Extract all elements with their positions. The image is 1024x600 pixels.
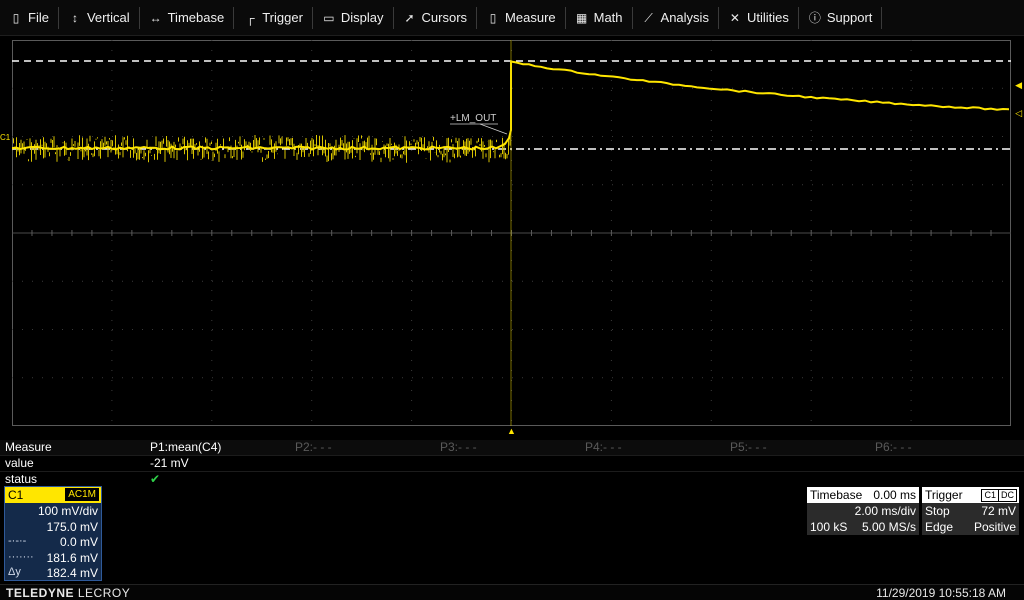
menu-measure[interactable]: ▯ Measure — [477, 5, 565, 31]
measure-p1-value: -21 mV — [150, 456, 189, 470]
trigger-mode-row: Stop 72 mV — [922, 503, 1019, 519]
channel-name: C1 — [8, 488, 24, 502]
menu-support-label: Support — [826, 10, 873, 25]
cursor1-line-icon: -·-·- — [8, 535, 27, 547]
measure-p2-header[interactable]: P2:- - - — [295, 440, 332, 454]
menu-file[interactable]: ▯ File — [0, 5, 58, 31]
channel-offset-row: 175.0 mV — [5, 519, 101, 535]
menu-support[interactable]: ⓘ Support — [799, 5, 882, 31]
brand-logo: TELEDYNE LECROY — [6, 586, 130, 600]
menu-separator — [881, 6, 883, 29]
cursor2-line-icon: ······· — [8, 550, 34, 563]
channel-offset-marker[interactable]: C1 — [0, 133, 10, 142]
status-footer: TELEDYNE LECROY 11/29/2019 10:55:18 AM — [0, 584, 1024, 600]
trigger-descriptor[interactable]: Trigger C1 DC Stop 72 mV Edge Positive — [922, 487, 1019, 535]
channel-cursor2-row: ······· 181.6 mV — [5, 550, 101, 566]
horizontal-arrows-icon: ↔ — [149, 10, 162, 25]
timebase-delay: 0.00 ms — [873, 488, 916, 502]
channel-delta-value: 182.4 mV — [46, 566, 98, 580]
timebase-samples: 100 kS — [810, 520, 848, 534]
measure-value-label: value — [5, 456, 34, 470]
measure-label: Measure — [5, 440, 52, 454]
info-icon: ⓘ — [808, 10, 821, 25]
trigger-position-marker[interactable]: ▲ — [507, 426, 516, 436]
delta-label: Δy — [8, 566, 21, 578]
channel-descriptor-c1[interactable]: C1 AC1M 100 mV/div 175.0 mV -·-·- 0.0 mV … — [4, 486, 102, 581]
menu-bar: ▯ File ↕ Vertical ↔ Timebase ┌ Trigger ▭ Disp… — [0, 0, 1024, 36]
file-icon: ▯ — [12, 10, 20, 25]
timebase-descriptor[interactable]: Timebase 0.00 ms 2.00 ms/div 100 kS 5.00… — [807, 487, 919, 535]
channel-cursor1-row: -·-·- 0.0 mV — [5, 534, 101, 550]
calculator-icon: ▦ — [575, 10, 588, 25]
tools-icon: ✕ — [729, 10, 740, 25]
trigger-type: Edge — [925, 520, 954, 534]
channel-header: C1 AC1M — [5, 487, 101, 503]
trigger-icon: ┌ — [245, 10, 255, 25]
measure-p4-header[interactable]: P4:- - - — [585, 440, 622, 454]
channel-cursor1-value: 0.0 mV — [59, 535, 98, 549]
trigger-level: 72 mV — [981, 504, 1016, 518]
measure-p5-header[interactable]: P5:- - - — [730, 440, 767, 454]
measure-status-row: status ✔ — [0, 471, 1024, 487]
vertical-arrows-icon: ↕ — [71, 10, 78, 25]
trigger-title: Trigger — [925, 488, 963, 502]
menu-utilities-label: Utilities — [746, 10, 789, 25]
cursor-marker-upper[interactable]: ◀ — [1015, 80, 1022, 91]
trigger-coupling: DC — [998, 489, 1017, 502]
measure-p6-header[interactable]: P6:- - - — [875, 440, 912, 454]
menu-display[interactable]: ▭ Display — [313, 5, 393, 31]
timebase-scale-row: 2.00 ms/div — [807, 503, 919, 519]
menu-file-label: File — [28, 10, 49, 25]
timebase-rate: 5.00 MS/s — [861, 520, 916, 534]
timebase-sample-row: 100 kS 5.00 MS/s — [807, 519, 919, 535]
menu-analysis-label: Analysis — [660, 10, 709, 25]
cursor-icon: ➚ — [404, 10, 415, 25]
channel-delta-row: Δy 182.4 mV — [5, 565, 101, 581]
menu-cursors-label: Cursors — [421, 10, 468, 25]
measure-p3-header[interactable]: P3:- - - — [440, 440, 477, 454]
channel-coupling: AC1M — [65, 488, 99, 501]
menu-display-label: Display — [340, 10, 384, 25]
menu-timebase[interactable]: ↔ Timebase — [140, 5, 234, 31]
status-ok-icon: ✔ — [150, 472, 161, 486]
menu-trigger[interactable]: ┌ Trigger — [234, 5, 312, 31]
timebase-header: Timebase 0.00 ms — [807, 487, 919, 503]
menu-vertical-label: Vertical — [86, 10, 130, 25]
measure-p1-header[interactable]: P1:mean(C4) — [150, 440, 221, 454]
channel-scale: 100 mV/div — [37, 504, 98, 518]
grid-svg: +LM_OUT — [12, 40, 1011, 426]
trigger-source: C1 — [981, 489, 999, 502]
measure-table: Measure P1:mean(C4) P2:- - - P3:- - - P4… — [0, 440, 1024, 487]
cursor-marker-lower[interactable]: ◁ — [1015, 108, 1022, 119]
measure-icon: ▯ — [489, 10, 497, 25]
trigger-header: Trigger C1 DC — [922, 487, 1019, 503]
menu-vertical[interactable]: ↕ Vertical — [59, 5, 139, 31]
timebase-title: Timebase — [810, 488, 863, 502]
menu-timebase-label: Timebase — [167, 10, 225, 25]
trigger-slope: Positive — [973, 520, 1016, 534]
measure-header-row: Measure P1:mean(C4) P2:- - - P3:- - - P4… — [0, 440, 1024, 456]
date-time: 11/29/2019 10:55:18 AM — [876, 586, 1006, 600]
timebase-scale: 2.00 ms/div — [854, 504, 916, 518]
channel-scale-row: 100 mV/div — [5, 503, 101, 519]
menu-math-label: Math — [593, 10, 623, 25]
brand-bold: TELEDYNE — [6, 586, 75, 600]
trigger-type-row: Edge Positive — [922, 519, 1019, 535]
channel-offset: 175.0 mV — [46, 519, 98, 534]
waveform-grid[interactable]: +LM_OUT — [12, 40, 1011, 426]
brand-rest: LECROY — [74, 586, 131, 600]
menu-math[interactable]: ▦ Math — [566, 5, 632, 31]
menu-trigger-label: Trigger — [262, 10, 303, 25]
menu-measure-label: Measure — [505, 10, 556, 25]
measure-status-label: status — [5, 472, 38, 486]
menu-analysis[interactable]: ⟋ Analysis — [633, 5, 718, 31]
display-icon: ▭ — [323, 10, 335, 25]
trace-annotation: +LM_OUT — [450, 113, 496, 124]
menu-cursors[interactable]: ➚ Cursors — [394, 5, 477, 31]
trigger-mode: Stop — [925, 504, 950, 518]
analysis-icon: ⟋ — [644, 10, 653, 25]
channel-cursor2-value: 181.6 mV — [46, 550, 98, 565]
measure-value-row: value -21 mV — [0, 455, 1024, 471]
menu-utilities[interactable]: ✕ Utilities — [719, 5, 798, 31]
